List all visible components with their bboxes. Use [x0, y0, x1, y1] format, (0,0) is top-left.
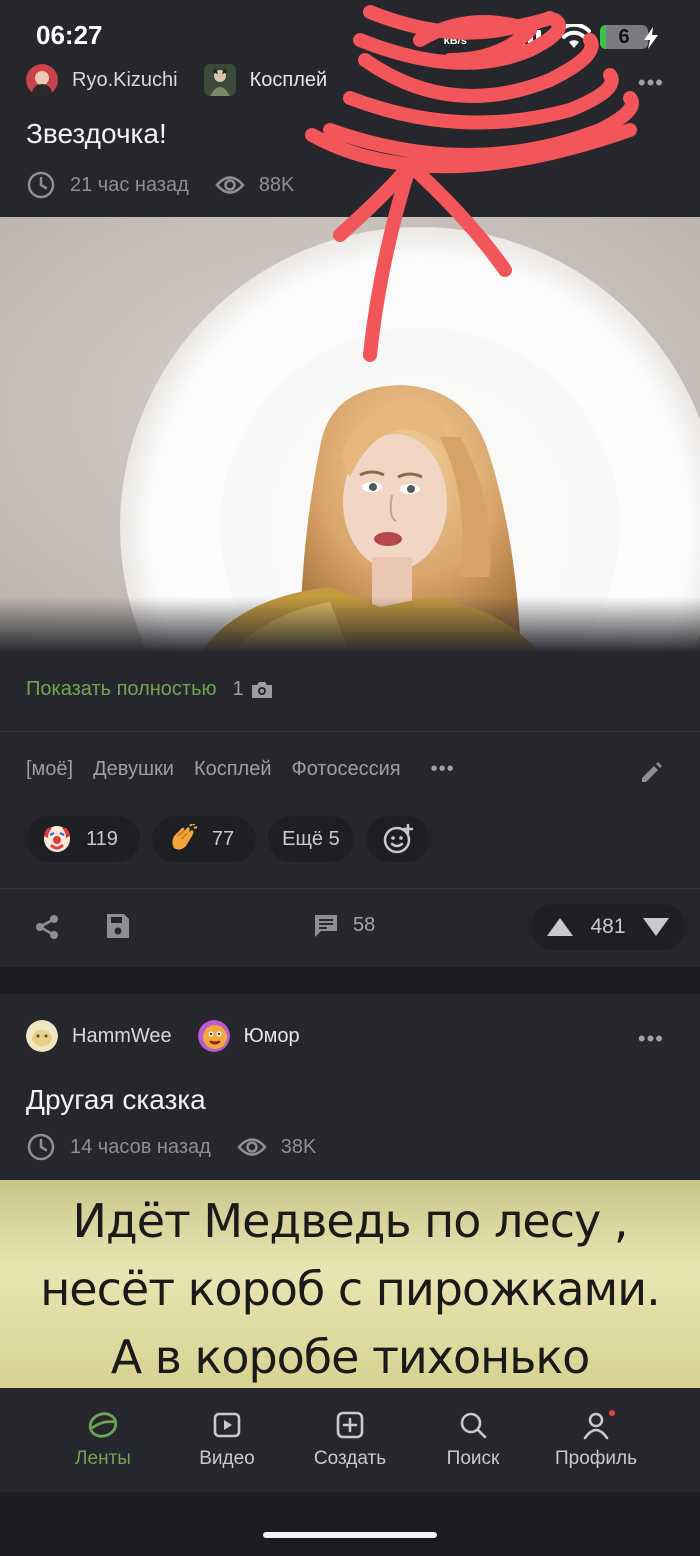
post-image[interactable]: Идёт Медведь по лесу , несёт короб с пир… — [0, 1180, 700, 1388]
downvote-icon[interactable] — [642, 917, 670, 937]
tag[interactable]: Косплей — [194, 758, 272, 781]
post-meta: Ryo.Kizuchi Косплей — [26, 64, 327, 96]
divider — [0, 888, 700, 889]
nav-feeds[interactable]: Ленты — [43, 1410, 163, 1470]
wifi-icon — [557, 24, 591, 48]
notification-dot — [609, 1410, 615, 1416]
reaction-count: 77 — [211, 827, 235, 850]
show-full-row: Показать полностью 1 — [26, 678, 274, 701]
add-emoji-icon — [383, 823, 413, 854]
author-name[interactable]: Ryo.Kizuchi — [72, 69, 178, 92]
post-menu-button[interactable]: ••• — [638, 70, 664, 96]
tag[interactable]: Фотосессия — [292, 758, 401, 781]
search-icon — [460, 1412, 487, 1439]
post-stats: 14 часов назад 38K — [26, 1132, 316, 1162]
photo-count: 1 — [232, 678, 244, 700]
meme-text-line: несёт короб с пирожками. — [40, 1262, 661, 1316]
save-icon[interactable] — [105, 912, 131, 940]
net-speed-value: 7252 — [443, 22, 468, 34]
profile-icon — [583, 1412, 609, 1440]
reaction-clown[interactable]: 119 — [26, 816, 140, 862]
community-icon[interactable] — [197, 1020, 230, 1052]
community-name[interactable]: Косплей — [250, 69, 328, 92]
post-menu-button[interactable]: ••• — [638, 1026, 664, 1052]
comment-icon — [315, 915, 337, 937]
share-icon[interactable] — [34, 914, 60, 940]
net-speed-unit: kB/s — [443, 35, 467, 47]
nav-label: Видео — [199, 1448, 255, 1469]
status-bar: 06:27 7252 kB/s 6 — [0, 0, 700, 64]
nav-label: Поиск — [446, 1448, 500, 1469]
tag[interactable]: Девушки — [93, 758, 174, 781]
reaction-count: 119 — [86, 827, 118, 850]
post-time: 14 часов назад — [70, 1135, 211, 1158]
post-meta: HammWee Юмор — [26, 1020, 300, 1052]
bottom-navigation: Ленты Видео Создать Поиск Профиль — [0, 1388, 700, 1492]
meme-text-line: А в коробе тихонько — [110, 1330, 591, 1384]
cellular-signal-icon — [512, 30, 541, 50]
community-icon[interactable] — [203, 64, 236, 96]
post-card: Ryo.Kizuchi Косплей ••• Звездочка! 21 ча… — [0, 64, 700, 967]
eye-icon — [237, 1138, 267, 1156]
author-avatar[interactable] — [26, 1020, 58, 1052]
portrait-image — [0, 217, 700, 653]
rating-value: 481 — [590, 915, 626, 938]
nav-create[interactable]: Создать — [290, 1410, 410, 1470]
clapping-hands-icon — [172, 824, 198, 850]
post-title[interactable]: Другая сказка — [26, 1084, 206, 1116]
home-indicator[interactable] — [263, 1532, 437, 1538]
post-time: 21 час назад — [70, 173, 189, 196]
divider — [0, 731, 700, 732]
reaction-clap[interactable]: 77 — [151, 816, 257, 862]
pencil-icon[interactable] — [638, 760, 664, 786]
comments-button[interactable]: 58 — [313, 912, 375, 938]
feeds-icon — [88, 1412, 118, 1438]
nav-video[interactable]: Видео — [167, 1410, 287, 1470]
author-name[interactable]: HammWee — [72, 1025, 172, 1048]
post-title[interactable]: Звездочка! — [26, 118, 167, 150]
reactions-bar: 119 77 Ещё 5 — [26, 816, 442, 862]
net-speed: 7252 kB/s — [443, 22, 467, 48]
video-icon — [213, 1412, 241, 1438]
post-stats: 21 час назад 88K — [26, 170, 294, 200]
show-full-link[interactable]: Показать полностью — [26, 678, 217, 701]
add-reaction-button[interactable] — [365, 816, 430, 862]
rating-control: 481 — [530, 904, 686, 950]
nav-search[interactable]: Поиск — [413, 1410, 533, 1470]
clock-icon — [27, 1133, 55, 1161]
more-reactions-button[interactable]: Ещё 5 — [268, 816, 354, 862]
home-bar — [0, 1492, 700, 1556]
tag-list: [моё] Девушки Косплей Фотосессия ••• — [26, 758, 475, 781]
meme-text-line: Идёт Медведь по лесу , — [72, 1194, 629, 1248]
nav-label: Профиль — [554, 1448, 638, 1469]
community-name[interactable]: Юмор — [244, 1025, 300, 1048]
comments-count: 58 — [353, 913, 376, 936]
author-avatar[interactable] — [26, 64, 58, 96]
nav-profile[interactable]: Профиль — [536, 1410, 656, 1470]
upvote-icon[interactable] — [546, 917, 574, 937]
more-tags-button[interactable]: ••• — [431, 758, 455, 781]
post-photo[interactable] — [0, 217, 700, 653]
charging-bolt-icon — [644, 27, 658, 49]
post-card: HammWee Юмор ••• Другая сказка 14 часов … — [0, 994, 700, 1388]
clown-face-icon — [44, 826, 70, 852]
camera-icon — [251, 681, 272, 698]
post-views: 88K — [258, 173, 295, 196]
status-time: 06:27 — [36, 20, 103, 50]
clock-icon — [27, 171, 55, 199]
post-actions: 58 481 — [0, 900, 700, 952]
post-views: 38K — [280, 1135, 317, 1158]
create-icon — [336, 1411, 364, 1439]
eye-icon — [215, 176, 245, 194]
tag[interactable]: [моё] — [26, 758, 73, 781]
nav-label: Создать — [313, 1448, 387, 1469]
nav-label: Ленты — [75, 1448, 131, 1469]
